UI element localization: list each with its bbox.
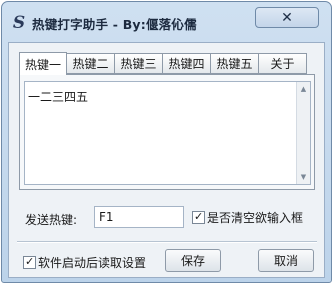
send-hotkey-input[interactable]: F1 bbox=[94, 206, 184, 228]
window-title: 热键打字助手 - By:偃落伈儒 bbox=[32, 17, 197, 32]
autoload-settings-label: 软件启动后读取设置 bbox=[38, 256, 147, 270]
tab-hotkey-1[interactable]: 热键一 bbox=[19, 52, 67, 75]
app-logo-icon: S bbox=[12, 13, 26, 33]
clear-input-label: 是否清空欲输入框 bbox=[207, 211, 304, 225]
clear-input-checkbox[interactable]: ✓ 是否清空欲输入框 bbox=[192, 209, 303, 226]
send-hotkey-label: 发送热键: bbox=[25, 213, 78, 227]
clear-input-checkbox-box[interactable]: ✓ bbox=[192, 210, 205, 224]
tab-hotkey-5[interactable]: 热键五 bbox=[211, 53, 259, 74]
check-icon: ✓ bbox=[194, 210, 204, 223]
tab-hotkey-4[interactable]: 热键四 bbox=[163, 53, 211, 74]
tab-panel: 一二三四五 ▲ ▼ bbox=[19, 74, 315, 190]
scroll-down-icon[interactable]: ▼ bbox=[297, 170, 310, 184]
hotkey-text-area[interactable]: 一二三四五 ▲ ▼ bbox=[24, 81, 311, 185]
divider bbox=[17, 241, 317, 243]
close-button[interactable]: ✕ bbox=[255, 7, 319, 28]
main-panel: 热键一 热键二 热键三 热键四 热键五 关于 一二三四五 ▲ ▼ 发送热键: F… bbox=[8, 42, 325, 278]
tab-strip: 热键一 热键二 热键三 热键四 热键五 关于 bbox=[19, 52, 307, 75]
tab-hotkey-2[interactable]: 热键二 bbox=[67, 53, 115, 74]
scroll-up-icon[interactable]: ▲ bbox=[297, 82, 310, 96]
save-button[interactable]: 保存 bbox=[165, 249, 221, 272]
close-icon: ✕ bbox=[281, 9, 293, 26]
app-window: S 热键打字助手 - By:偃落伈儒 ✕ 热键一 热键二 热键三 热键四 热键五… bbox=[1, 1, 332, 283]
tab-hotkey-3[interactable]: 热键三 bbox=[115, 53, 163, 74]
title-bar[interactable]: S 热键打字助手 - By:偃落伈儒 ✕ bbox=[2, 2, 331, 42]
cancel-button[interactable]: 取消 bbox=[258, 249, 314, 272]
tab-about[interactable]: 关于 bbox=[259, 53, 307, 74]
hotkey-text-value: 一二三四五 bbox=[28, 90, 89, 104]
vertical-scrollbar[interactable]: ▲ ▼ bbox=[296, 82, 310, 184]
autoload-settings-checkbox[interactable]: ✓ 软件启动后读取设置 bbox=[23, 254, 146, 271]
check-icon: ✓ bbox=[25, 255, 35, 268]
autoload-checkbox-box[interactable]: ✓ bbox=[23, 255, 36, 269]
